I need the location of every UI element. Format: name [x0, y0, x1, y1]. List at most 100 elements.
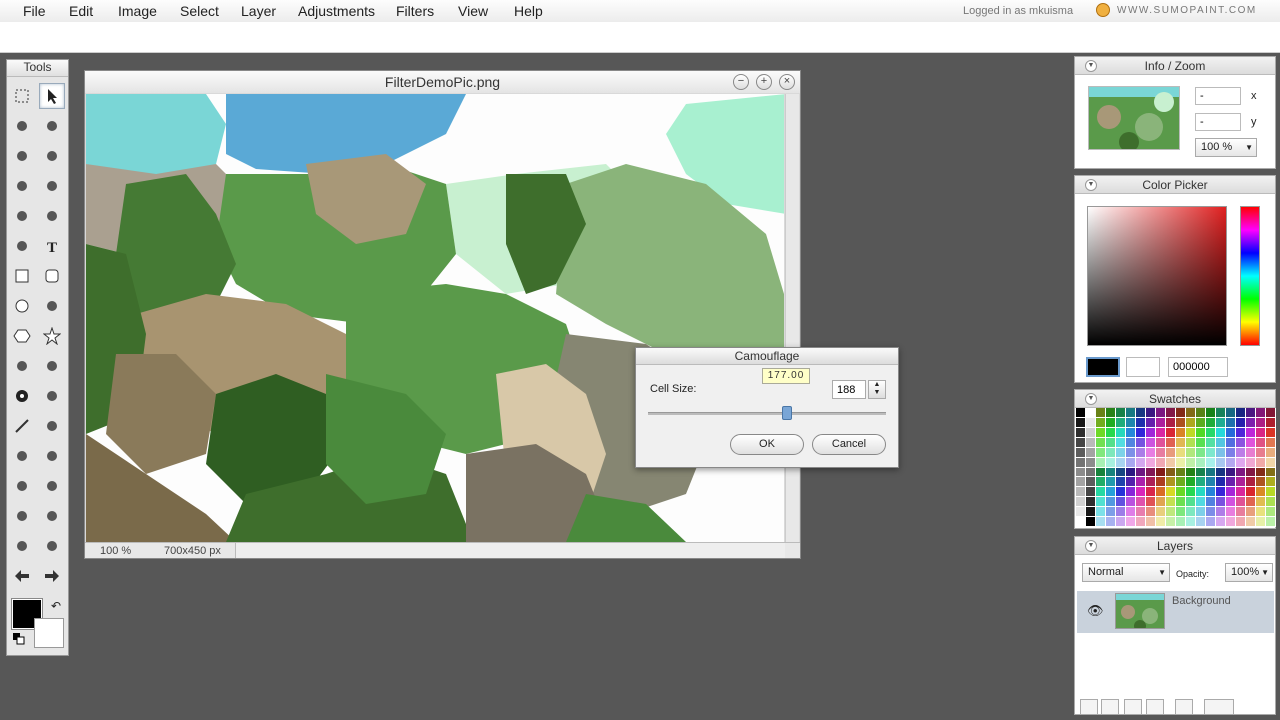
hand-icon[interactable] [9, 503, 35, 529]
swatch-cell[interactable] [1176, 487, 1186, 498]
marquee-icon[interactable] [9, 83, 35, 109]
swatch-cell[interactable] [1156, 467, 1166, 478]
swatch-cell[interactable] [1116, 457, 1126, 468]
drop-icon[interactable] [9, 443, 35, 469]
swatch-cell[interactable] [1266, 427, 1276, 438]
swatch-cell[interactable] [1216, 467, 1226, 478]
swatch-cell[interactable] [1166, 417, 1176, 428]
spiral-icon[interactable] [39, 293, 65, 319]
swatch-cell[interactable] [1146, 487, 1156, 498]
swatch-cell[interactable] [1246, 437, 1256, 448]
crop-icon[interactable] [9, 473, 35, 499]
swatch-cell[interactable] [1246, 417, 1256, 428]
swatch-cell[interactable] [1146, 447, 1156, 458]
move-layer-down-icon[interactable] [1146, 699, 1164, 715]
swatch-cell[interactable] [1156, 507, 1166, 518]
swatch-cell[interactable] [1256, 487, 1266, 498]
swatch-cell[interactable] [1076, 417, 1086, 428]
menu-select[interactable]: Select [180, 3, 219, 19]
hexagon-icon[interactable] [9, 323, 35, 349]
swatch-cell[interactable] [1236, 447, 1246, 458]
swatch-cell[interactable] [1266, 507, 1276, 518]
swatch-cell[interactable] [1236, 517, 1246, 527]
undo-arrow-icon[interactable] [9, 563, 35, 589]
swatch-cell[interactable] [1146, 477, 1156, 488]
swatch-cell[interactable] [1156, 417, 1166, 428]
swatch-cell[interactable] [1226, 417, 1236, 428]
swatch-cell[interactable] [1196, 408, 1206, 418]
swatch-cell[interactable] [1146, 467, 1156, 478]
swatch-cell[interactable] [1156, 517, 1166, 527]
collapse-color-icon[interactable]: ▼ [1085, 179, 1097, 191]
menu-adjustments[interactable]: Adjustments [298, 3, 375, 19]
swatch-cell[interactable] [1086, 457, 1096, 468]
swatch-cell[interactable] [1266, 417, 1276, 428]
swatch-cell[interactable] [1076, 427, 1086, 438]
swatch-cell[interactable] [1206, 408, 1216, 418]
menu-filters[interactable]: Filters [396, 3, 434, 19]
swatch-cell[interactable] [1266, 408, 1276, 418]
swatch-cell[interactable] [1206, 427, 1216, 438]
swatch-cell[interactable] [1126, 447, 1136, 458]
swatch-cell[interactable] [1226, 437, 1236, 448]
swatch-cell[interactable] [1136, 477, 1146, 488]
swatch-cell[interactable] [1136, 417, 1146, 428]
swatch-cell[interactable] [1256, 497, 1266, 508]
swatch-cell[interactable] [1196, 487, 1206, 498]
rectangle-icon[interactable] [9, 263, 35, 289]
brand-link[interactable]: WWW.SUMOPAINT.COM [1117, 5, 1257, 16]
swatch-cell[interactable] [1176, 427, 1186, 438]
swatch-cell[interactable] [1266, 477, 1276, 488]
swatch-cell[interactable] [1146, 497, 1156, 508]
swatch-cell[interactable] [1236, 487, 1246, 498]
swatch-cell[interactable] [1226, 477, 1236, 488]
swatch-cell[interactable] [1196, 437, 1206, 448]
swatch-cell[interactable] [1196, 447, 1206, 458]
new-layer-icon[interactable] [1080, 699, 1098, 715]
swatch-cell[interactable] [1186, 437, 1196, 448]
swatch-cell[interactable] [1086, 447, 1096, 458]
swatch-cell[interactable] [1256, 417, 1266, 428]
swatch-cell[interactable] [1076, 497, 1086, 508]
swatch-cell[interactable] [1106, 517, 1116, 527]
background-color-swatch[interactable] [34, 618, 64, 648]
swatch-cell[interactable] [1116, 507, 1126, 518]
swatch-cell[interactable] [1086, 427, 1096, 438]
magic-wand-icon[interactable] [9, 113, 35, 139]
swatch-cell[interactable] [1096, 447, 1106, 458]
swatch-cell[interactable] [1086, 517, 1096, 527]
swatch-cell[interactable] [1206, 487, 1216, 498]
swatch-cell[interactable] [1156, 487, 1166, 498]
smudge-icon[interactable] [39, 443, 65, 469]
navigator-thumbnail[interactable] [1088, 86, 1180, 150]
swatch-cell[interactable] [1096, 517, 1106, 527]
swatch-cell[interactable] [1116, 417, 1126, 428]
swatch-cell[interactable] [1266, 447, 1276, 458]
swatch-grid[interactable] [1076, 408, 1276, 527]
swatch-cell[interactable] [1236, 497, 1246, 508]
swatch-cell[interactable] [1116, 487, 1126, 498]
swatch-cell[interactable] [1166, 447, 1176, 458]
swatch-cell[interactable] [1246, 517, 1256, 527]
menu-view[interactable]: View [458, 3, 488, 19]
layer-row[interactable]: 👁 Background [1077, 591, 1274, 633]
swatch-cell[interactable] [1176, 507, 1186, 518]
swatch-cell[interactable] [1096, 467, 1106, 478]
swatch-cell[interactable] [1146, 457, 1156, 468]
eye-icon[interactable]: 👁 [1087, 603, 1104, 619]
zoom-icon[interactable] [39, 503, 65, 529]
swatch-cell[interactable] [1086, 437, 1096, 448]
blend-mode-select[interactable]: Normal ▼ [1082, 563, 1170, 582]
swatch-cell[interactable] [1206, 467, 1216, 478]
swatch-cell[interactable] [1106, 507, 1116, 518]
swatch-cell[interactable] [1096, 477, 1106, 488]
swatch-cell[interactable] [1156, 447, 1166, 458]
swatch-cell[interactable] [1216, 497, 1226, 508]
swatch-cell[interactable] [1256, 467, 1266, 478]
swatch-cell[interactable] [1176, 497, 1186, 508]
star-outline-icon[interactable] [39, 353, 65, 379]
swatch-cell[interactable] [1236, 507, 1246, 518]
swatch-cell[interactable] [1086, 497, 1096, 508]
swatch-cell[interactable] [1166, 517, 1176, 527]
swatch-cell[interactable] [1186, 487, 1196, 498]
